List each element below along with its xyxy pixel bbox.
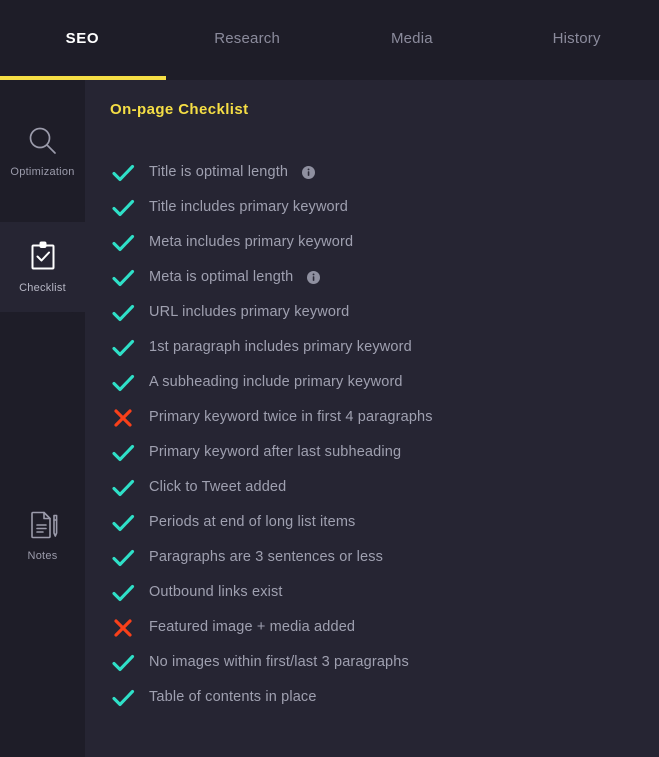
- sidebar-item-checklist[interactable]: Checklist: [0, 222, 85, 312]
- check-icon: [110, 545, 136, 571]
- tab-research[interactable]: Research: [165, 31, 330, 48]
- checklist: Title is optimal length Title includes p…: [110, 155, 659, 715]
- document-pen-icon: [26, 508, 60, 542]
- page-title: On-page Checklist: [110, 101, 249, 118]
- check-icon: [110, 335, 136, 361]
- checklist-row[interactable]: Title includes primary keyword: [110, 190, 659, 225]
- checklist-row[interactable]: Title is optimal length: [110, 155, 659, 190]
- check-icon: [110, 300, 136, 326]
- checklist-item-label: Featured image + media added: [149, 619, 356, 636]
- checklist-row[interactable]: Meta is optimal length: [110, 260, 659, 295]
- checklist-item-label: No images within first/last 3 paragraphs: [149, 654, 409, 671]
- tab-media[interactable]: Media: [330, 31, 495, 48]
- checklist-row[interactable]: Primary keyword twice in first 4 paragra…: [110, 400, 659, 435]
- checklist-row[interactable]: Click to Tweet added: [110, 470, 659, 505]
- sidebar-item-optimization-label: Optimization: [10, 166, 75, 178]
- check-icon: [110, 440, 136, 466]
- sidebar-item-notes-label: Notes: [27, 549, 58, 562]
- check-icon: [110, 370, 136, 396]
- tab-history[interactable]: History: [494, 31, 659, 48]
- checklist-item-label: Outbound links exist: [149, 584, 283, 601]
- clipboard-check-icon: [26, 240, 60, 274]
- checklist-row[interactable]: Periods at end of long list items: [110, 505, 659, 540]
- checklist-row[interactable]: Paragraphs are 3 sentences or less: [110, 540, 659, 575]
- cross-icon: [110, 615, 136, 641]
- checklist-row[interactable]: Featured image + media added: [110, 610, 659, 645]
- checklist-row[interactable]: No images within first/last 3 paragraphs: [110, 645, 659, 680]
- info-icon[interactable]: [302, 166, 316, 179]
- sidebar-item-checklist-label: Checklist: [19, 282, 66, 294]
- tab-history-label: History: [552, 29, 601, 47]
- checklist-item-label: A subheading include primary keyword: [149, 374, 403, 391]
- check-icon: [110, 160, 136, 186]
- checklist-item-label: Periods at end of long list items: [149, 514, 356, 531]
- checklist-item-label: Title includes primary keyword: [149, 199, 348, 216]
- sidebar-item-optimization[interactable]: Optimization: [0, 80, 85, 222]
- check-icon: [110, 230, 136, 256]
- checklist-row[interactable]: 1st paragraph includes primary keyword: [110, 330, 659, 365]
- checklist-item-label: Meta is optimal length: [149, 269, 294, 286]
- checklist-item-label: Title is optimal length: [149, 164, 289, 181]
- checklist-item-label: Primary keyword after last subheading: [149, 444, 402, 461]
- check-icon: [110, 510, 136, 536]
- magnifier-icon: [26, 124, 60, 158]
- checklist-item-label: Meta includes primary keyword: [149, 234, 354, 251]
- seo-checklist-window: SEO Research Media History Optimization: [0, 0, 659, 757]
- checklist-item-label: Table of contents in place: [149, 689, 317, 706]
- checklist-row[interactable]: A subheading include primary keyword: [110, 365, 659, 400]
- checklist-item-label: URL includes primary keyword: [149, 304, 350, 321]
- check-icon: [110, 580, 136, 606]
- check-icon: [110, 265, 136, 291]
- tab-research-label: Research: [214, 29, 281, 47]
- main-content: On-page Checklist Title is optimal lengt…: [85, 80, 659, 757]
- checklist-row[interactable]: Primary keyword after last subheading: [110, 435, 659, 470]
- checklist-item-label: 1st paragraph includes primary keyword: [149, 339, 412, 356]
- left-sidebar: Optimization Checklist Notes: [0, 80, 85, 757]
- top-tabbar: SEO Research Media History: [0, 0, 659, 78]
- tab-seo[interactable]: SEO: [0, 31, 165, 48]
- checklist-item-label: Paragraphs are 3 sentences or less: [149, 549, 384, 566]
- tab-media-label: Media: [390, 29, 433, 47]
- check-icon: [110, 685, 136, 711]
- checklist-row[interactable]: Outbound links exist: [110, 575, 659, 610]
- checklist-row[interactable]: Table of contents in place: [110, 680, 659, 715]
- cross-icon: [110, 405, 136, 431]
- checklist-row[interactable]: URL includes primary keyword: [110, 295, 659, 330]
- checklist-item-label: Primary keyword twice in first 4 paragra…: [149, 409, 433, 426]
- check-icon: [110, 195, 136, 221]
- info-icon[interactable]: [307, 271, 321, 284]
- check-icon: [110, 650, 136, 676]
- check-icon: [110, 475, 136, 501]
- tab-seo-label: SEO: [65, 29, 100, 47]
- checklist-item-label: Click to Tweet added: [149, 479, 287, 496]
- checklist-row[interactable]: Meta includes primary keyword: [110, 225, 659, 260]
- sidebar-item-notes[interactable]: Notes: [0, 312, 85, 757]
